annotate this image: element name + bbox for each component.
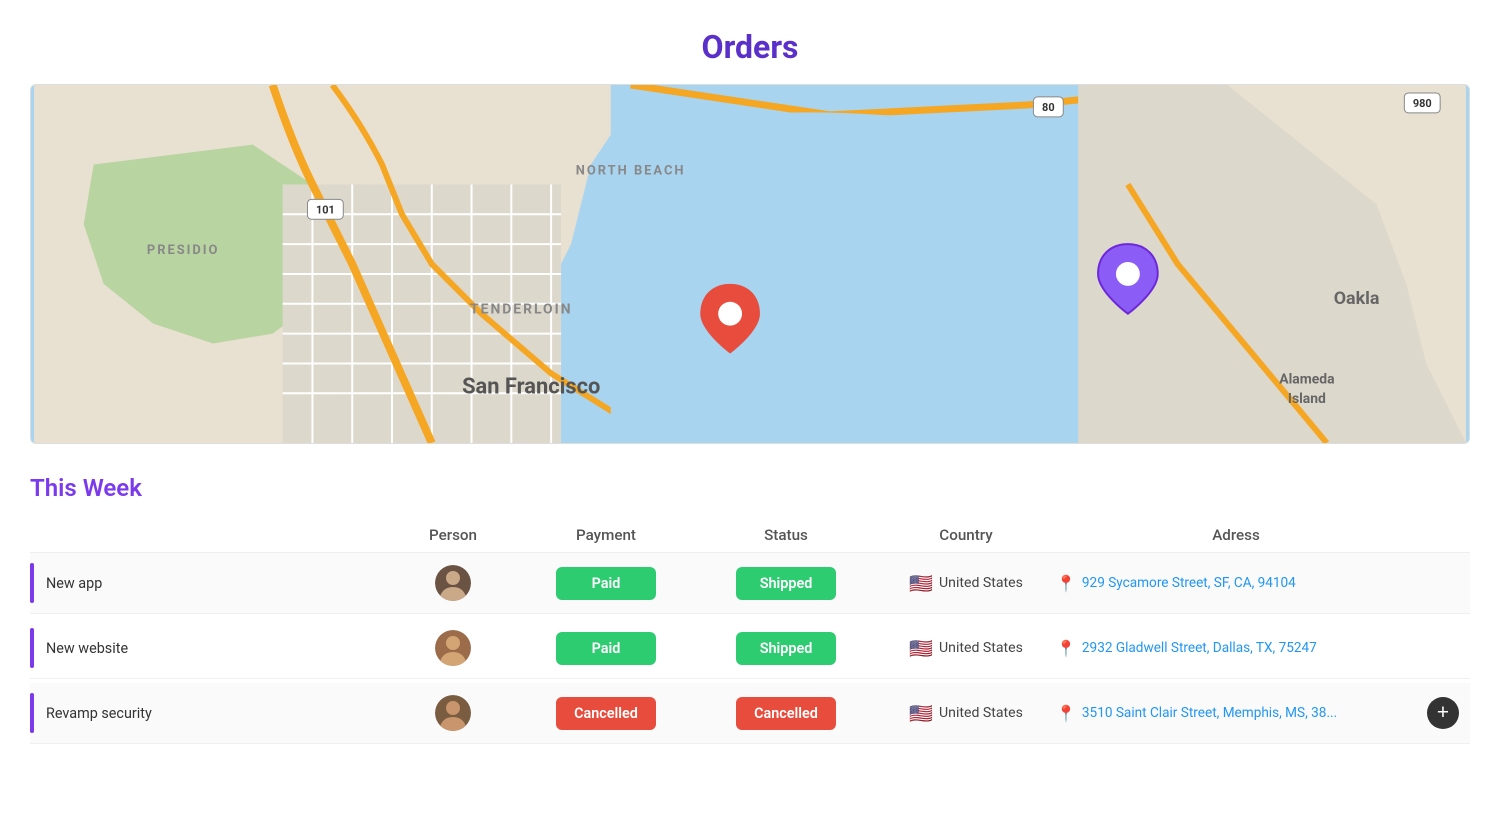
avatar-col-3 [390,695,516,731]
order-label-2: New website [46,640,128,657]
address-col-2: 📍 2932 Gladwell Street, Dallas, TX, 7524… [1056,639,1416,658]
svg-text:Alameda: Alameda [1279,371,1334,387]
header-person: Person [390,526,516,544]
avatar-3 [435,695,471,731]
header-country: Country [876,526,1056,544]
country-col-1: 🇺🇸 United States [876,572,1056,595]
country-col-2: 🇺🇸 United States [876,637,1056,660]
row-name-1: New app [30,563,390,603]
svg-text:980: 980 [1413,97,1432,110]
add-col-3: + [1416,697,1470,729]
country-label-2: United States [939,640,1023,656]
address-col-1: 📍 929 Sycamore Street, SF, CA, 94104 [1056,574,1416,593]
status-col-2: Shipped [696,632,876,665]
address-icon-2: 📍 [1056,639,1076,658]
header-name [30,526,390,544]
payment-col-1: Paid [516,567,696,600]
country-label-3: United States [939,705,1023,721]
address-icon-3: 📍 [1056,704,1076,723]
row-border-3 [30,693,34,733]
status-badge-2: Shipped [736,632,836,665]
status-col-1: Shipped [696,567,876,600]
svg-text:Island: Island [1288,391,1326,407]
svg-text:TENDERLOIN: TENDERLOIN [470,302,572,318]
table-row: Revamp security Cancelled Cancelled 🇺🇸 [30,683,1470,744]
flag-3: 🇺🇸 [909,702,933,725]
status-badge-3: Cancelled [736,697,836,730]
payment-col-3: Cancelled [516,697,696,730]
country-label-1: United States [939,575,1023,591]
svg-text:San Francisco: San Francisco [462,374,600,399]
flag-1: 🇺🇸 [909,572,933,595]
table-header: Person Payment Status Country Adress [30,518,1470,553]
add-button[interactable]: + [1427,697,1459,729]
section-title: This Week [30,474,1470,502]
address-text-2: 2932 Gladwell Street, Dallas, TX, 75247 [1082,640,1317,656]
row-border-1 [30,563,34,603]
address-icon-1: 📍 [1056,574,1076,593]
map-container: 80 101 980 PRESIDIO NORTH BEACH TENDERLO… [30,84,1470,444]
row-name-2: New website [30,628,390,668]
svg-text:80: 80 [1042,101,1055,114]
orders-section: This Week Person Payment Status Country … [30,474,1470,744]
payment-col-2: Paid [516,632,696,665]
order-label-1: New app [46,575,102,592]
country-col-3: 🇺🇸 United States [876,702,1056,725]
avatar-col-1 [390,565,516,601]
avatar-1 [435,565,471,601]
payment-badge-1: Paid [556,567,656,600]
avatar-2 [435,630,471,666]
header-payment: Payment [516,526,696,544]
page-title: Orders [0,0,1500,84]
status-badge-1: Shipped [736,567,836,600]
svg-text:PRESIDIO: PRESIDIO [147,243,220,258]
address-text-1: 929 Sycamore Street, SF, CA, 94104 [1082,575,1296,591]
address-col-3: 📍 3510 Saint Clair Street, Memphis, MS, … [1056,704,1416,723]
svg-text:101: 101 [316,203,335,216]
header-status: Status [696,526,876,544]
table-row: New website Paid Shipped 🇺🇸 Uni [30,618,1470,679]
payment-badge-3: Cancelled [556,697,656,730]
orders-table: Person Payment Status Country Adress New… [30,518,1470,744]
order-label-3: Revamp security [46,705,152,722]
header-address: Adress [1056,526,1416,544]
header-add [1416,526,1470,544]
row-name-3: Revamp security [30,693,390,733]
status-col-3: Cancelled [696,697,876,730]
svg-text:Oakla: Oakla [1334,288,1380,309]
svg-text:NORTH BEACH: NORTH BEACH [576,164,686,179]
avatar-col-2 [390,630,516,666]
row-border-2 [30,628,34,668]
map-svg: 80 101 980 PRESIDIO NORTH BEACH TENDERLO… [31,85,1469,443]
flag-2: 🇺🇸 [909,637,933,660]
payment-badge-2: Paid [556,632,656,665]
table-row: New app Paid Shipped 🇺🇸 United [30,553,1470,614]
address-text-3: 3510 Saint Clair Street, Memphis, MS, 38… [1082,705,1337,721]
